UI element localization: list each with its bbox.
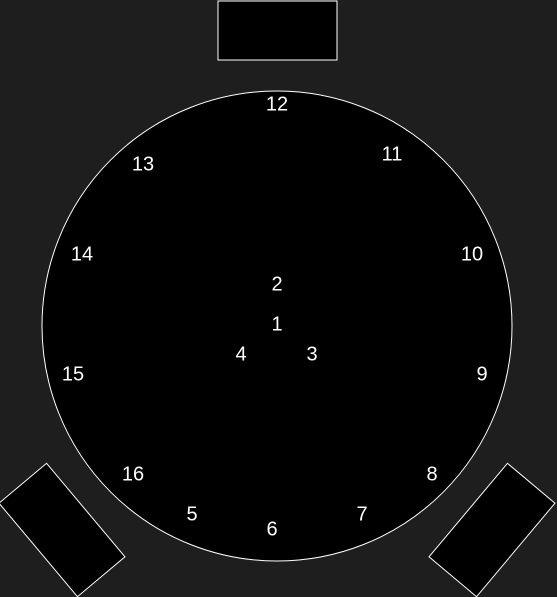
position-10-label: 10 — [461, 243, 483, 265]
position-15-label: 15 — [62, 363, 84, 385]
position-13-label: 13 — [132, 153, 154, 175]
position-14-label: 14 — [71, 243, 93, 265]
circle-layout-diagram: 1 2 3 4 5 6 7 8 9 10 11 12 13 14 15 16 — [0, 0, 556, 597]
position-9-label: 9 — [476, 363, 487, 385]
position-3-label: 3 — [306, 343, 317, 365]
position-5-label: 5 — [186, 503, 197, 525]
position-11-label: 11 — [382, 143, 403, 165]
position-16-label: 16 — [122, 463, 144, 485]
position-7-label: 7 — [356, 503, 367, 525]
diagram-canvas: 1 2 3 4 5 6 7 8 9 10 11 12 13 14 15 16 — [0, 0, 557, 597]
position-8-label: 8 — [426, 463, 437, 485]
top-rectangle — [217, 0, 338, 61]
position-6-label: 6 — [266, 518, 277, 540]
position-2-label: 2 — [271, 273, 282, 295]
position-12-label: 12 — [266, 93, 288, 115]
position-4-label: 4 — [235, 343, 246, 365]
position-1-label: 1 — [271, 313, 282, 335]
